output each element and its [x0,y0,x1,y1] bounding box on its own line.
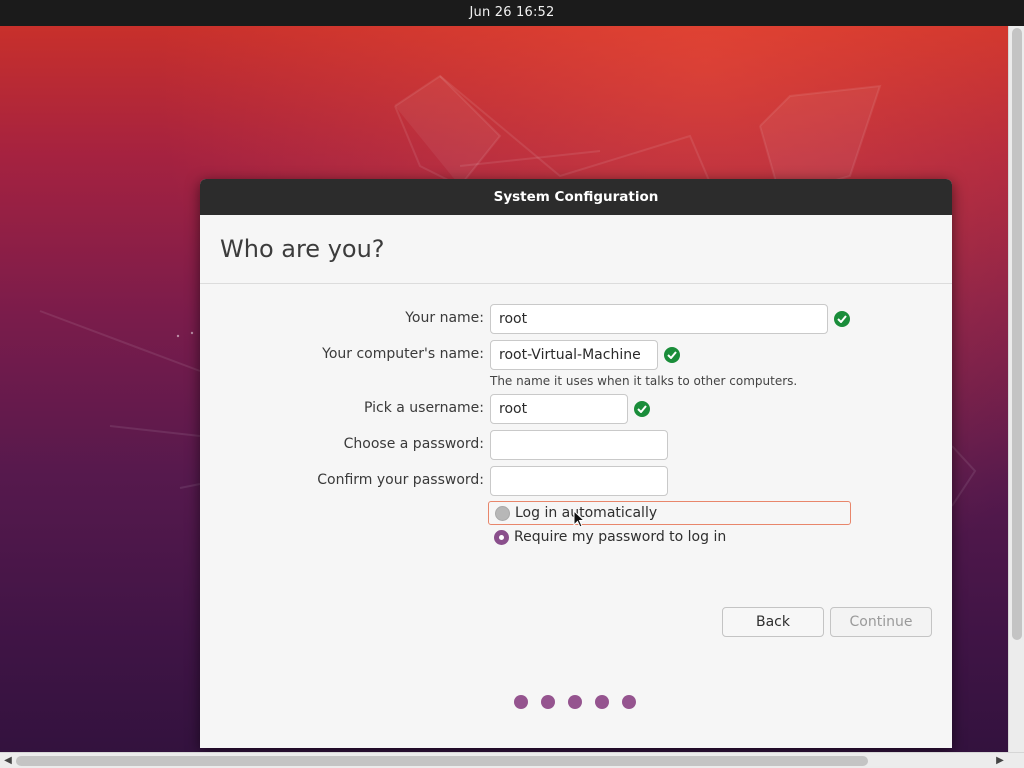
progress-dot [622,695,636,709]
progress-dot [541,695,555,709]
top-bar: Jun 26 16:52 [0,0,1024,26]
check-circle-icon [664,347,680,363]
radio-selected-icon [494,530,509,545]
radio-unselected-icon [495,506,510,521]
computer-name-hint: The name it uses when it talks to other … [490,374,798,388]
vertical-scrollbar-thumb[interactable] [1012,28,1022,640]
require-password-radio[interactable]: Require my password to log in [488,526,851,550]
horizontal-scrollbar[interactable]: ◀ ▶ [0,752,1024,768]
check-circle-icon [634,401,650,417]
computer-name-input[interactable]: root-Virtual-Machine [490,340,658,370]
progress-dot [568,695,582,709]
vertical-scrollbar[interactable] [1008,26,1024,752]
username-input[interactable]: root [490,394,628,424]
progress-dot [514,695,528,709]
mouse-pointer-icon [573,510,585,528]
scroll-right-arrow-icon[interactable]: ▶ [992,753,1008,768]
your-name-label: Your name: [405,310,484,326]
check-circle-icon [834,311,850,327]
dialog-title: System Configuration [200,179,952,215]
page-heading: Who are you? [220,235,385,263]
login-automatically-radio[interactable]: Log in automatically [488,501,851,525]
login-automatically-label: Log in automatically [515,505,658,521]
back-button[interactable]: Back [722,607,824,637]
progress-dot [595,695,609,709]
continue-button[interactable]: Continue [830,607,932,637]
scroll-left-arrow-icon[interactable]: ◀ [0,753,16,768]
horizontal-scrollbar-thumb[interactable] [16,756,868,766]
heading-area: Who are you? [200,215,952,284]
system-configuration-dialog: System Configuration Who are you? Your n… [200,179,952,748]
computer-name-label: Your computer's name: [322,346,484,362]
clock[interactable]: Jun 26 16:52 [0,5,1024,20]
your-name-input[interactable]: root [490,304,828,334]
password-label: Choose a password: [343,436,484,452]
password-input[interactable] [490,430,668,460]
username-label: Pick a username: [363,400,484,416]
confirm-password-input[interactable] [490,466,668,496]
confirm-password-label: Confirm your password: [317,472,484,488]
require-password-label: Require my password to log in [514,529,727,545]
